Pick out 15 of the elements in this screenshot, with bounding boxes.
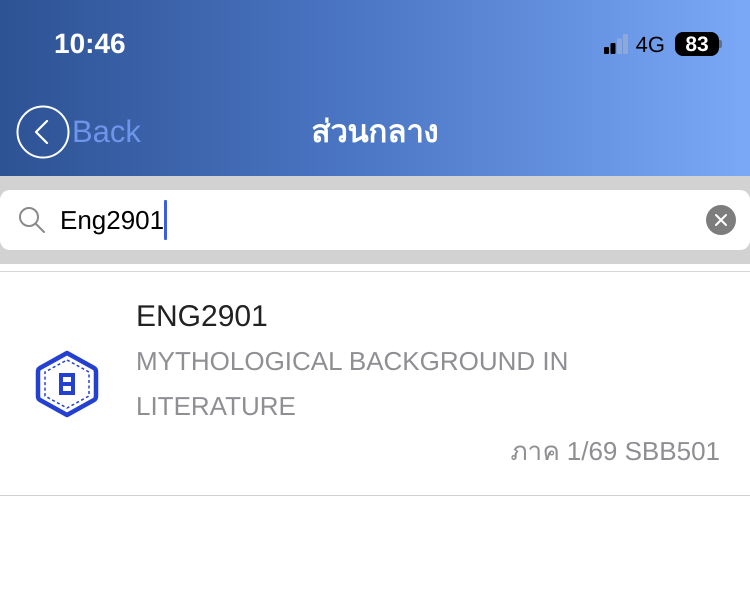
clear-icon[interactable]	[706, 205, 736, 235]
status-time: 10:46	[54, 27, 126, 61]
course-code: ENG2901	[136, 299, 269, 335]
page-title: ส่วนกลาง	[312, 112, 438, 151]
search-icon	[18, 206, 46, 234]
search-field[interactable]: Eng2901	[0, 190, 750, 250]
battery-percent: 83	[685, 34, 709, 54]
network-label: 4G	[636, 30, 665, 58]
course-list-item[interactable]: ENG2901 MYTHOLOGICAL BACKGROUND IN LITERATURE ภาค 1/69 SBB501	[0, 272, 750, 496]
signal-icon	[604, 34, 628, 54]
search-input-text: Eng2901	[60, 204, 164, 236]
course-detail: ภาค 1/69 SBB501	[510, 435, 720, 468]
back-chevron-icon	[16, 105, 70, 159]
hexagon-badge-icon	[33, 350, 101, 418]
course-name: MYTHOLOGICAL BACKGROUND IN LITERATURE	[136, 345, 570, 423]
